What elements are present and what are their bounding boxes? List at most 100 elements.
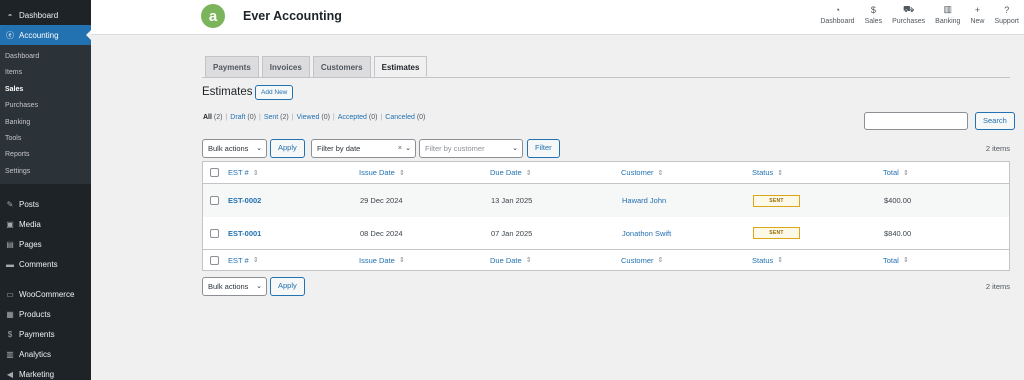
customer-link[interactable]: Haward John [622, 196, 666, 205]
sidebar-item-label: Payments [19, 329, 55, 339]
table-header-row: EST # ⇕ Issue Date ⇕ Due Date ⇕ Customer ⇕ S… [203, 162, 1009, 184]
column-header-est[interactable]: EST # ⇕ [228, 162, 259, 183]
sidebar-item-label: WooCommerce [19, 289, 75, 299]
sidebar-item-analytics[interactable]: ▥ Analytics [0, 344, 91, 364]
column-header-total[interactable]: Total ⇕ [883, 250, 909, 270]
search-button[interactable]: Search [975, 112, 1015, 130]
header-nav-dashboard[interactable]: ◔ Dashboard [820, 3, 855, 26]
comments-icon: ▬ [6, 259, 14, 269]
header-nav-label: Support [994, 18, 1019, 25]
column-header-status[interactable]: Status ⇕ [752, 162, 783, 183]
app-header: a Ever Accounting ◔ Dashboard $ Sales ⛟ … [91, 0, 1024, 35]
estimate-number-link[interactable]: EST-0001 [228, 229, 261, 238]
submenu-item-settings[interactable]: Settings [0, 164, 91, 180]
estimate-number-link[interactable]: EST-0002 [228, 196, 261, 205]
status-filter-links: All (2) | Draft (0) | Sent (2) | Viewed (0) | Ac… [203, 114, 426, 121]
sidebar-item-marketing[interactable]: ◀ Marketing [0, 364, 91, 380]
filter-by-customer-select[interactable]: Filter by customer ⌄ [419, 139, 523, 158]
gauge-icon: ◔ [834, 4, 841, 15]
customer-link[interactable]: Jonathon Swift [622, 229, 671, 238]
submenu-item-tools[interactable]: Tools [0, 131, 91, 147]
sidebar-item-payments[interactable]: $ Payments [0, 324, 91, 344]
header-nav-label: Purchases [892, 18, 926, 25]
header-nav-purchases[interactable]: ⛟ Purchases [892, 3, 926, 26]
accounting-icon: ⓔ [6, 30, 14, 40]
add-new-button[interactable]: Add New [255, 85, 294, 100]
select-all-checkbox[interactable] [210, 168, 219, 177]
filter-link-viewed[interactable]: Viewed (0) [297, 114, 330, 121]
pages-icon: ▤ [6, 239, 14, 249]
select-value: Filter by date [317, 144, 361, 153]
sidebar-item-comments[interactable]: ▬ Comments [0, 254, 91, 274]
column-header-issue-date[interactable]: Issue Date ⇕ [359, 162, 405, 183]
sort-icon: ⇕ [902, 169, 909, 177]
submenu-item-sales[interactable]: Sales [0, 82, 91, 98]
filter-link-draft[interactable]: Draft (0) [230, 114, 256, 121]
header-nav-sales[interactable]: $ Sales [865, 3, 883, 26]
tab-payments[interactable]: Payments [205, 56, 259, 77]
clear-icon[interactable]: × [398, 140, 402, 157]
row-checkbox[interactable] [210, 228, 219, 238]
sort-icon: ⇕ [657, 257, 664, 264]
header-nav-support[interactable]: ? Support [994, 3, 1019, 26]
apply-button-top[interactable]: Apply [270, 139, 305, 158]
submenu-item-purchases[interactable]: Purchases [0, 98, 91, 114]
tab-customers[interactable]: Customers [312, 56, 371, 77]
header-nav-new[interactable]: + New [970, 3, 984, 26]
pin-icon: ✎ [6, 199, 14, 209]
dollar-icon: $ [870, 4, 876, 15]
sales-tabs: Payments Invoices Customers Estimates [205, 56, 430, 77]
tab-invoices[interactable]: Invoices [261, 56, 310, 77]
sidebar-item-pages[interactable]: ▤ Pages [0, 234, 91, 254]
sort-icon: ⇕ [252, 169, 259, 177]
filter-link-sent[interactable]: Sent (2) [264, 114, 289, 121]
header-nav-banking[interactable]: ▥ Banking [935, 3, 960, 25]
sidebar-item-label: Comments [19, 259, 58, 269]
table-footer-row: EST # ⇕ Issue Date ⇕ Due Date ⇕ Customer ⇕ S… [203, 249, 1009, 270]
due-date-cell: 13 Jan 2025 [491, 196, 533, 205]
sidebar-item-woocommerce[interactable]: ▭ WooCommerce [0, 284, 91, 304]
bulk-actions-select-top[interactable]: Bulk actions ⌄ [202, 139, 267, 158]
submenu-item-banking[interactable]: Banking [0, 115, 91, 131]
row-checkbox[interactable] [210, 196, 219, 205]
column-header-customer[interactable]: Customer ⇕ [621, 162, 663, 183]
chevron-down-icon: ⌄ [256, 283, 262, 290]
page-title: Estimates [202, 86, 253, 98]
header-nav: ◔ Dashboard $ Sales ⛟ Purchases ▥ Bankin… [815, 3, 1024, 26]
plus-icon: + [974, 4, 981, 15]
filter-by-date-select[interactable]: Filter by date × ⌄ [311, 139, 416, 158]
column-header-due-date[interactable]: Due Date ⇕ [490, 162, 532, 183]
payments-icon: $ [7, 329, 13, 339]
column-header-customer[interactable]: Customer ⇕ [621, 250, 663, 270]
filter-link-all[interactable]: All (2) [203, 114, 222, 121]
sidebar-item-products[interactable]: ▦ Products [0, 304, 91, 324]
column-header-est[interactable]: EST # ⇕ [228, 250, 259, 270]
select-placeholder: Filter by customer [425, 144, 485, 153]
total-cell: $840.00 [884, 228, 912, 238]
analytics-icon: ▥ [6, 349, 14, 359]
sidebar-item-posts[interactable]: ✎ Posts [0, 194, 91, 214]
ever-accounting-logo: a [201, 4, 225, 28]
sidebar-item-media[interactable]: ▣ Media [0, 214, 91, 234]
column-header-status[interactable]: Status ⇕ [752, 250, 783, 270]
apply-button-bottom[interactable]: Apply [270, 277, 305, 296]
header-nav-label: Dashboard [820, 18, 855, 25]
tab-estimates[interactable]: Estimates [373, 56, 428, 77]
sidebar-item-dashboard[interactable]: ◓ Dashboard [0, 5, 91, 25]
sidebar-item-accounting[interactable]: ⓔ Accounting [0, 25, 91, 45]
column-header-issue-date[interactable]: Issue Date ⇕ [359, 250, 405, 270]
submenu-item-dashboard[interactable]: Dashboard [0, 49, 91, 65]
header-nav-label: Banking [935, 18, 961, 25]
filter-link-canceled[interactable]: Canceled (0) [385, 114, 425, 121]
items-count-top: 2 items [985, 144, 1010, 153]
select-all-checkbox[interactable] [210, 255, 219, 265]
filter-button[interactable]: Filter [527, 139, 560, 158]
submenu-item-reports[interactable]: Reports [0, 147, 91, 163]
submenu-item-items[interactable]: Items [0, 65, 91, 81]
sort-icon: ⇕ [902, 257, 909, 264]
column-header-due-date[interactable]: Due Date ⇕ [490, 250, 532, 270]
search-input[interactable] [864, 112, 968, 130]
bulk-actions-select-bottom[interactable]: Bulk actions ⌄ [202, 277, 267, 296]
column-header-total[interactable]: Total ⇕ [883, 162, 909, 183]
filter-link-accepted[interactable]: Accepted (0) [338, 114, 378, 121]
